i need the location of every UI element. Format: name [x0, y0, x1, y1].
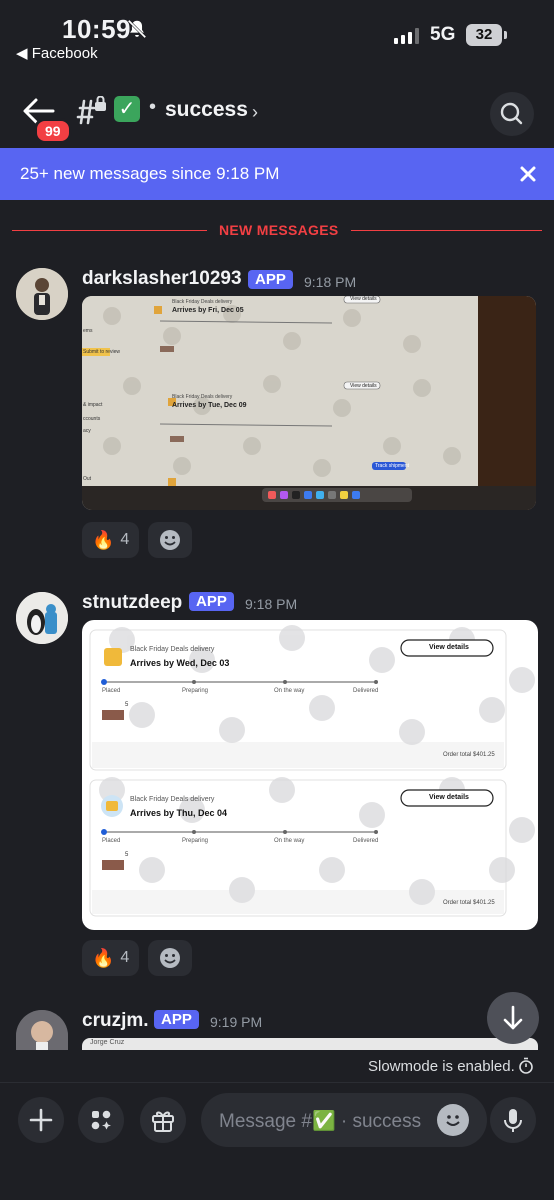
step-label: Preparing	[182, 838, 209, 844]
slowmode-bar: Slowmode is enabled.	[0, 1050, 554, 1082]
channel-header: 99 ✓ • success ›	[0, 76, 554, 146]
fire-emoji-icon: 🔥	[92, 947, 115, 968]
gift-button[interactable]	[140, 1097, 186, 1143]
view-details-button[interactable]: View details	[429, 644, 469, 651]
item-quantity: 5	[125, 702, 129, 708]
delivery-arrives: Arrives by Wed, Dec 03	[130, 658, 230, 668]
message-image-partial[interactable]: Jorge Cruz	[82, 1038, 538, 1050]
item-quantity: 5	[125, 852, 129, 858]
message-input[interactable]: Message #✅ · success	[201, 1093, 487, 1147]
username[interactable]: cruzjm.	[82, 1010, 149, 1032]
add-reaction-button[interactable]	[148, 522, 192, 558]
delivery-arrives: Arrives by Thu, Dec 04	[130, 808, 228, 818]
signal-icon	[394, 28, 419, 44]
fire-reaction[interactable]: 🔥 4	[82, 940, 140, 976]
separator-dot: •	[149, 96, 157, 118]
photo-view-details-button: View details	[350, 296, 377, 302]
mic-icon	[504, 1109, 522, 1132]
app-tag: APP	[248, 270, 293, 289]
photo-delivery-title: Black Friday Deals delivery	[172, 299, 233, 305]
attach-button[interactable]	[18, 1097, 64, 1143]
status-bar: 10:59 ◀ Facebook 5G 32	[0, 0, 554, 70]
plus-icon	[29, 1108, 53, 1132]
battery-icon: 32	[466, 24, 507, 46]
network-type: 5G	[430, 24, 456, 45]
hash-lock-icon	[76, 96, 106, 125]
apps-icon	[91, 1110, 111, 1130]
slowmode-text: Slowmode is enabled.	[368, 1058, 515, 1075]
back-to-app-link[interactable]: ◀ Facebook	[16, 44, 98, 62]
check-emoji-icon: ✓	[114, 96, 140, 122]
reaction-count: 4	[120, 949, 130, 966]
new-messages-label: NEW MESSAGES	[207, 222, 351, 238]
step-label: Placed	[102, 688, 121, 694]
delivery-title: Black Friday Deals delivery	[130, 796, 215, 803]
avatar[interactable]	[16, 268, 68, 320]
photo-view-details-button: View details	[350, 383, 377, 389]
apps-button[interactable]	[78, 1097, 124, 1143]
add-reaction-button[interactable]	[148, 940, 192, 976]
avatar[interactable]	[16, 1010, 68, 1050]
emoji-button[interactable]	[437, 1104, 469, 1136]
arrow-down-icon	[503, 1005, 523, 1030]
laptop-screen-photo	[82, 296, 536, 510]
unread-badge: 99	[34, 118, 72, 144]
message-photo[interactable]: Black Friday Deals delivery Arrives by F…	[82, 296, 536, 510]
smiley-icon	[160, 530, 180, 550]
message-screenshot[interactable]: Black Friday Deals delivery Arrives by W…	[82, 620, 538, 930]
voice-message-button[interactable]	[490, 1097, 536, 1143]
bell-muted-icon	[127, 19, 147, 39]
close-icon[interactable]	[516, 162, 540, 186]
order-total: Order total $401.25	[443, 752, 495, 758]
timestamp: 9:19 PM	[210, 1014, 263, 1030]
order-total: Order total $401.25	[443, 900, 495, 906]
username[interactable]: stnutzdeep	[82, 592, 182, 614]
search-button[interactable]	[490, 92, 534, 136]
stopwatch-icon	[519, 1057, 533, 1074]
photo-track-shipment-button: Track shipment	[375, 463, 409, 469]
search-icon	[500, 102, 523, 125]
clock: 10:59	[62, 14, 131, 44]
photo-side-item: & impact	[83, 402, 103, 408]
fire-reaction[interactable]: 🔥 4	[82, 522, 140, 558]
username[interactable]: darkslasher10293	[82, 268, 242, 290]
step-label: Delivered	[353, 688, 379, 694]
photo-side-item: ccounts	[83, 416, 101, 422]
chevron-right-icon[interactable]: ›	[252, 102, 258, 123]
person-avatar-icon	[16, 1010, 68, 1050]
channel-name[interactable]: success	[165, 98, 248, 122]
smiley-icon	[160, 948, 180, 968]
photo-delivery-arrives: Arrives by Fri, Dec 05	[172, 307, 244, 314]
view-details-button[interactable]: View details	[429, 794, 469, 801]
reaction-count: 4	[120, 531, 130, 548]
fire-emoji-icon: 🔥	[92, 529, 115, 550]
emoji-icon	[446, 1115, 460, 1126]
penguin-avatar-icon	[16, 592, 68, 644]
step-label: Placed	[102, 838, 121, 844]
step-label: Preparing	[182, 688, 209, 694]
gift-icon	[152, 1111, 174, 1132]
app-tag: APP	[189, 592, 234, 611]
step-label: On the way	[274, 838, 305, 844]
message-composer: Message #✅ · success	[0, 1082, 554, 1200]
new-messages-banner[interactable]: 25+ new messages since 9:18 PM	[0, 148, 554, 200]
delivery-title: Black Friday Deals delivery	[130, 646, 215, 653]
person-avatar-icon	[16, 268, 68, 320]
avatar[interactable]	[16, 592, 68, 644]
photo-side-item: Out	[83, 476, 92, 482]
timestamp: 9:18 PM	[304, 274, 357, 290]
app-tag: APP	[154, 1010, 199, 1029]
message-placeholder: Message #✅ · success	[219, 1111, 422, 1132]
photo-side-item: ems	[83, 328, 93, 334]
photo-side-label: Submit to review	[83, 349, 120, 355]
step-label: On the way	[274, 688, 305, 694]
photo-delivery-arrives: Arrives by Tue, Dec 09	[172, 402, 247, 409]
photo-side-item: acy	[83, 428, 91, 434]
timestamp: 9:18 PM	[245, 596, 298, 612]
banner-text: 25+ new messages since 9:18 PM	[20, 164, 280, 183]
photo-delivery-title: Black Friday Deals delivery	[172, 394, 233, 400]
step-label: Delivered	[353, 838, 379, 844]
jump-to-latest-button[interactable]	[487, 992, 539, 1044]
image-caption: Jorge Cruz	[90, 1039, 125, 1046]
